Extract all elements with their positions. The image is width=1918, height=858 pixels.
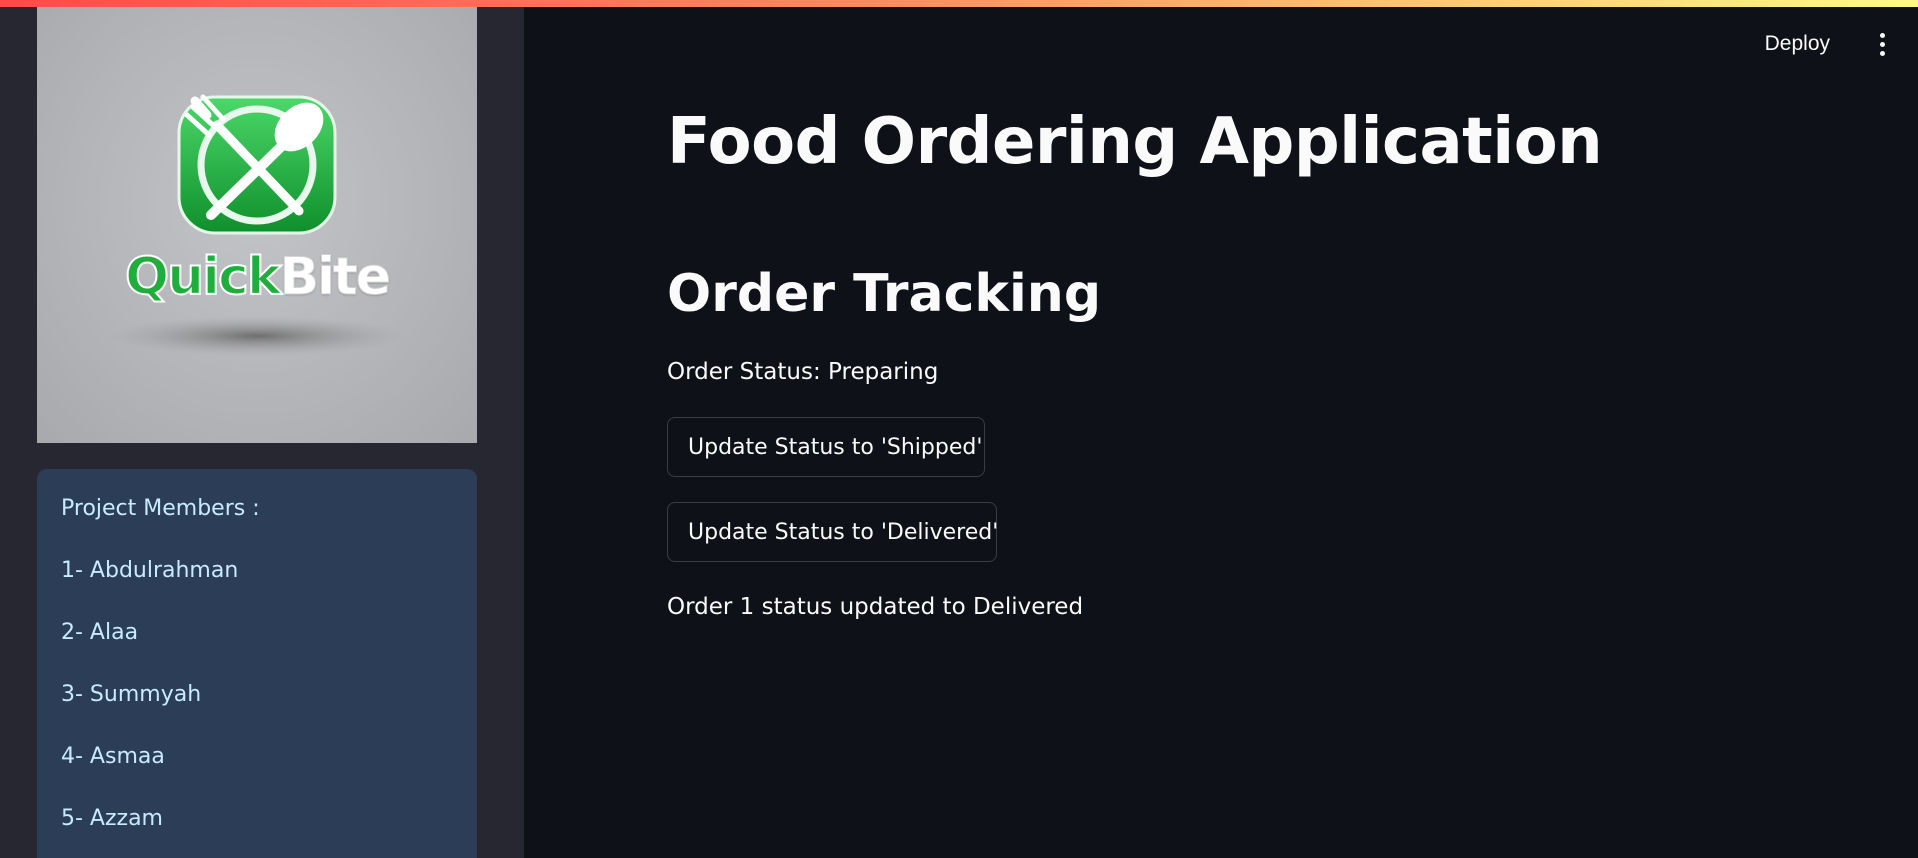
member-item: 2- Alaa: [61, 620, 139, 645]
top-decoration-bar: [0, 0, 1918, 7]
deploy-button[interactable]: Deploy: [1751, 24, 1844, 64]
menu-dot: [1879, 32, 1885, 38]
member-item: 1- Abdulrahman: [61, 558, 239, 583]
update-shipped-button[interactable]: Update Status to 'Shipped': [667, 417, 985, 477]
order-status-text: Order Status: Preparing: [667, 359, 939, 385]
member-item: 4- Asmaa: [61, 744, 165, 769]
status-update-message: Order 1 status updated to Delivered: [667, 594, 1084, 620]
member-item: 3- Summyah: [61, 682, 202, 707]
section-title: Order Tracking: [667, 264, 1102, 324]
members-heading: Project Members :: [61, 496, 260, 521]
fork-spoon-icon: [107, 94, 407, 356]
menu-dot: [1879, 50, 1885, 56]
sidebar: QuickBite Project Members : 1- Abdulrahm…: [0, 0, 524, 858]
logo-text-quick: Quick: [124, 246, 282, 308]
logo-text-bite: Bite: [279, 247, 392, 308]
member-item: 5- Azzam: [61, 806, 163, 831]
menu-dot: [1879, 41, 1885, 47]
logo-wordmark: QuickBite: [37, 246, 477, 308]
page-title: Food Ordering Application: [667, 105, 1603, 179]
quickbite-logo: QuickBite: [37, 7, 477, 443]
update-delivered-button[interactable]: Update Status to 'Delivered': [667, 502, 998, 562]
project-members-box: Project Members : 1- Abdulrahman 2- Alaa…: [37, 469, 477, 858]
kebab-menu-icon[interactable]: [1862, 24, 1902, 64]
header-actions: Deploy: [1751, 20, 1918, 68]
